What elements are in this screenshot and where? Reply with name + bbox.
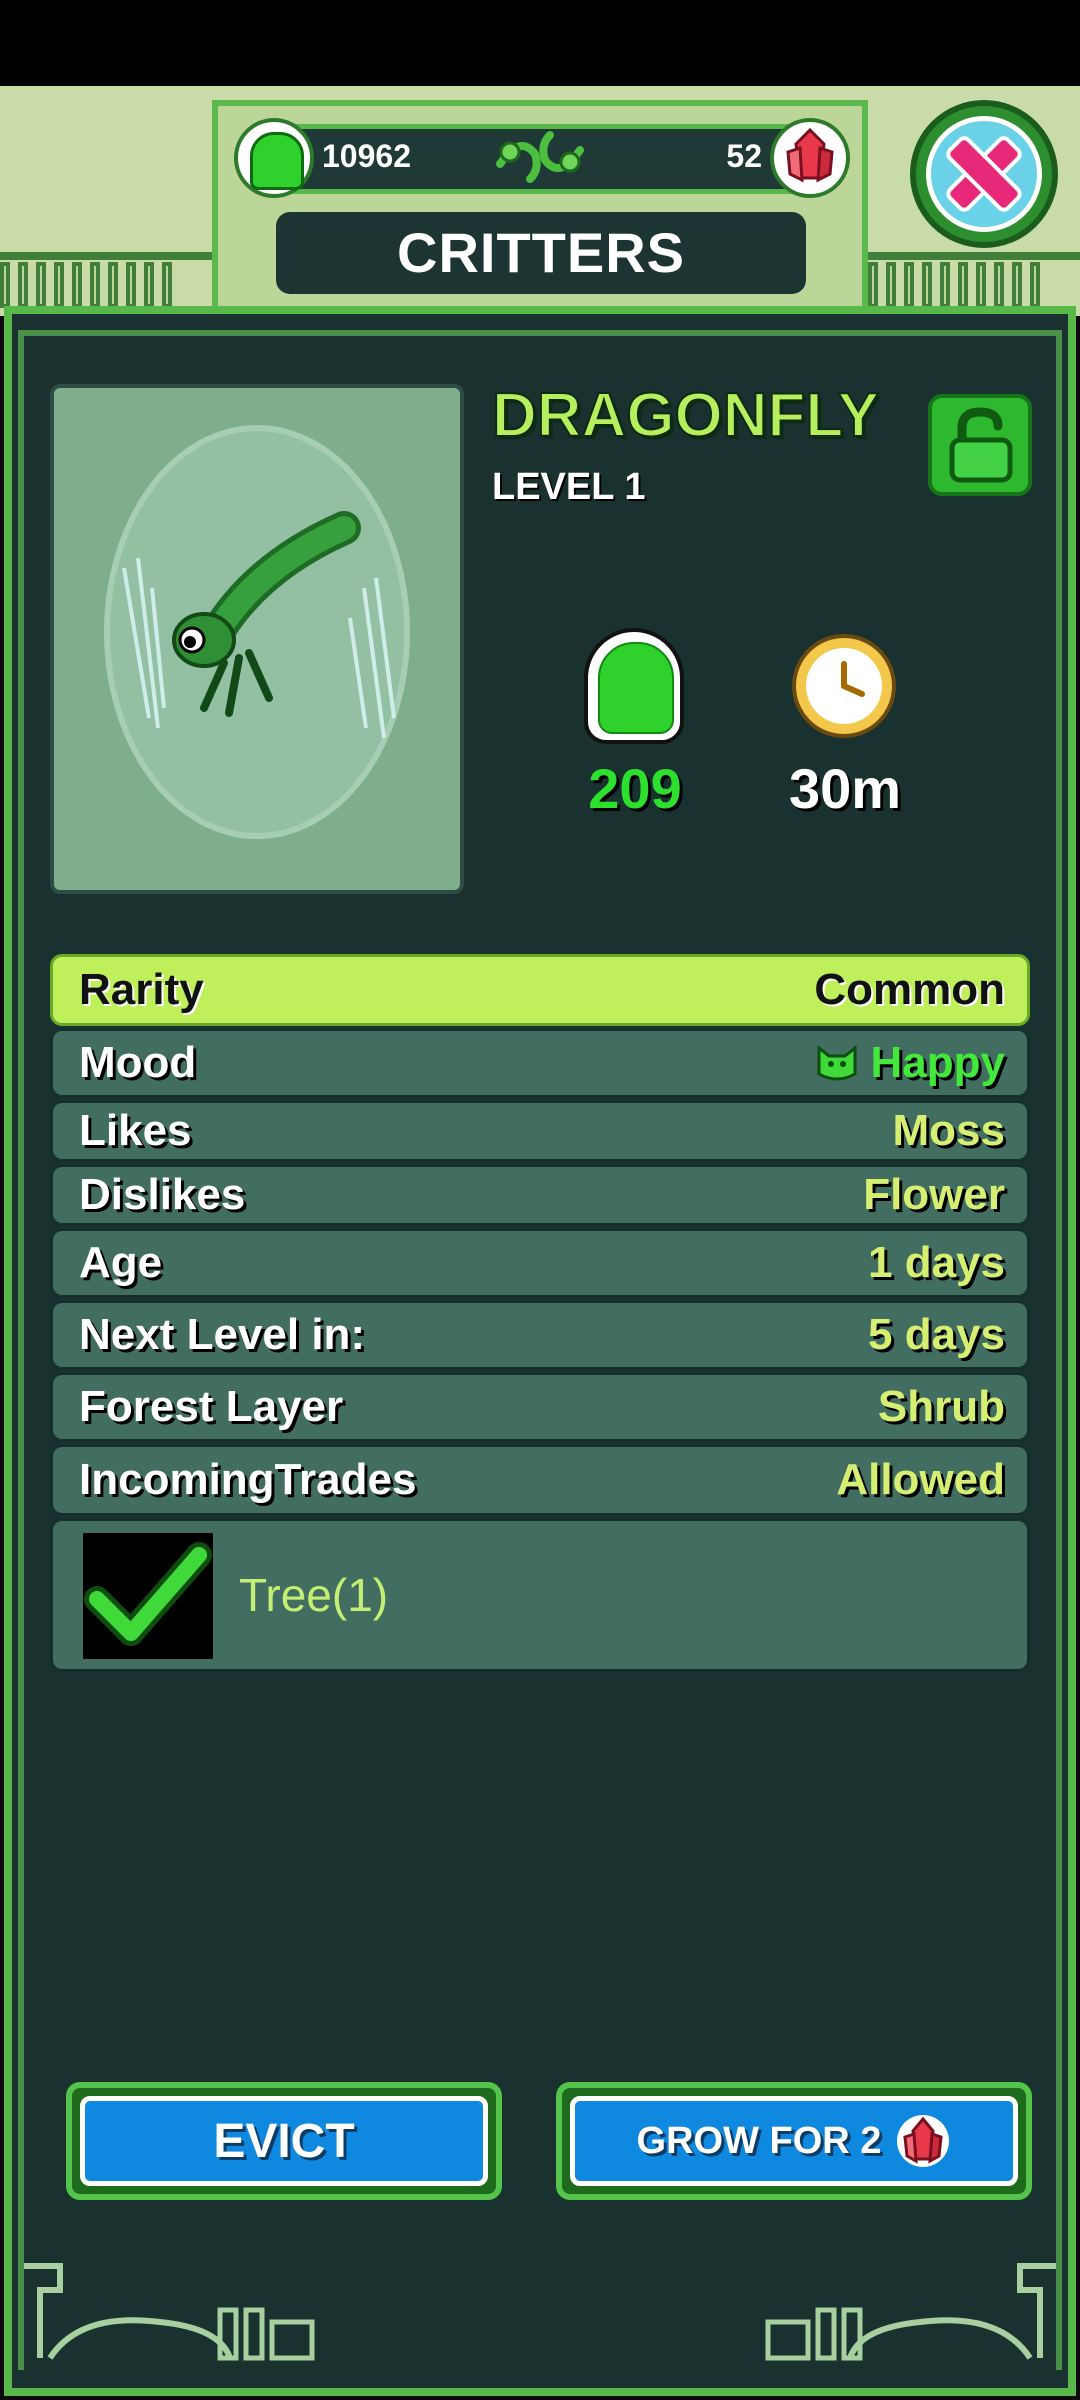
panel-divider: [22, 330, 1058, 336]
info-value: Allowed: [836, 1455, 1005, 1504]
info-label: Likes: [79, 1106, 192, 1155]
timer-icon: [792, 634, 896, 738]
jelly-count: 10962: [322, 138, 411, 174]
mood-value: Happy: [870, 1038, 1005, 1087]
lock-button[interactable]: [928, 394, 1032, 496]
trade-checkbox[interactable]: [83, 1533, 213, 1659]
gem-icon: [897, 2115, 950, 2167]
panel-border-left: [18, 330, 24, 2370]
footer-ornament-left: [24, 2263, 315, 2361]
grow-label: GROW FOR 2: [636, 2119, 882, 2162]
info-value: Flower: [863, 1170, 1005, 1219]
info-label: Forest Layer: [79, 1382, 344, 1431]
lock-icon: [949, 407, 1013, 483]
evict-button[interactable]: EVICT: [66, 2082, 502, 2200]
info-value: Common: [814, 965, 1005, 1014]
critter-name: DRAGONFLY: [491, 380, 880, 451]
evict-label: EVICT: [80, 2096, 488, 2186]
trade-option-tree[interactable]: Tree(1): [50, 1518, 1030, 1672]
info-label: Next Level in:: [79, 1310, 366, 1359]
close-icon: [926, 116, 1042, 232]
info-value: 1 days: [868, 1238, 1005, 1287]
gem-count: 52: [726, 138, 762, 174]
jelly-icon: [234, 118, 314, 198]
info-row-forest-layer: Forest Layer Shrub: [50, 1372, 1030, 1442]
mood-cat-icon: [817, 1044, 857, 1081]
header-fence-left: [0, 262, 212, 308]
timer-value: 30m: [788, 757, 902, 820]
info-row-likes: Likes Moss: [50, 1100, 1030, 1162]
header-fence-right: [868, 262, 1080, 308]
info-row-dislikes: Dislikes Flower: [50, 1164, 1030, 1226]
info-label: Dislikes: [79, 1170, 246, 1219]
info-value: Happy: [815, 1031, 1005, 1095]
header-rail-left: [0, 252, 212, 260]
info-value: 5 days: [868, 1310, 1005, 1359]
gem-icon: [770, 118, 850, 198]
trade-option-label: Tree(1): [239, 1569, 389, 1621]
info-value: Moss: [892, 1106, 1005, 1155]
critter-level: LEVEL 1: [492, 466, 646, 508]
header-rail-right: [868, 252, 1080, 260]
status-bar: [0, 0, 1080, 86]
critter-portrait: [50, 384, 464, 894]
info-label: IncomingTrades: [79, 1455, 417, 1504]
grow-button[interactable]: GROW FOR 2: [556, 2082, 1032, 2200]
jelly-reward-value: 209: [588, 757, 682, 820]
info-row-next-level: Next Level in: 5 days: [50, 1300, 1030, 1370]
info-row-age: Age 1 days: [50, 1228, 1030, 1298]
info-label: Rarity: [79, 965, 204, 1014]
info-row-rarity: Rarity Common: [50, 954, 1030, 1026]
panel-border-right: [1056, 330, 1062, 2370]
jelly-icon: [584, 628, 684, 744]
close-button[interactable]: [910, 100, 1058, 248]
checkmark-icon: [84, 1542, 212, 1646]
page-title: CRITTERS: [276, 212, 806, 294]
info-value: Shrub: [877, 1382, 1005, 1431]
footer-ornament-right: [765, 2263, 1056, 2361]
info-label: Age: [79, 1238, 163, 1287]
info-row-mood: Mood Happy: [50, 1028, 1030, 1098]
info-row-incoming-trades: IncomingTrades Allowed: [50, 1444, 1030, 1516]
vine-icon: [496, 131, 584, 183]
info-label: Mood: [79, 1038, 197, 1087]
